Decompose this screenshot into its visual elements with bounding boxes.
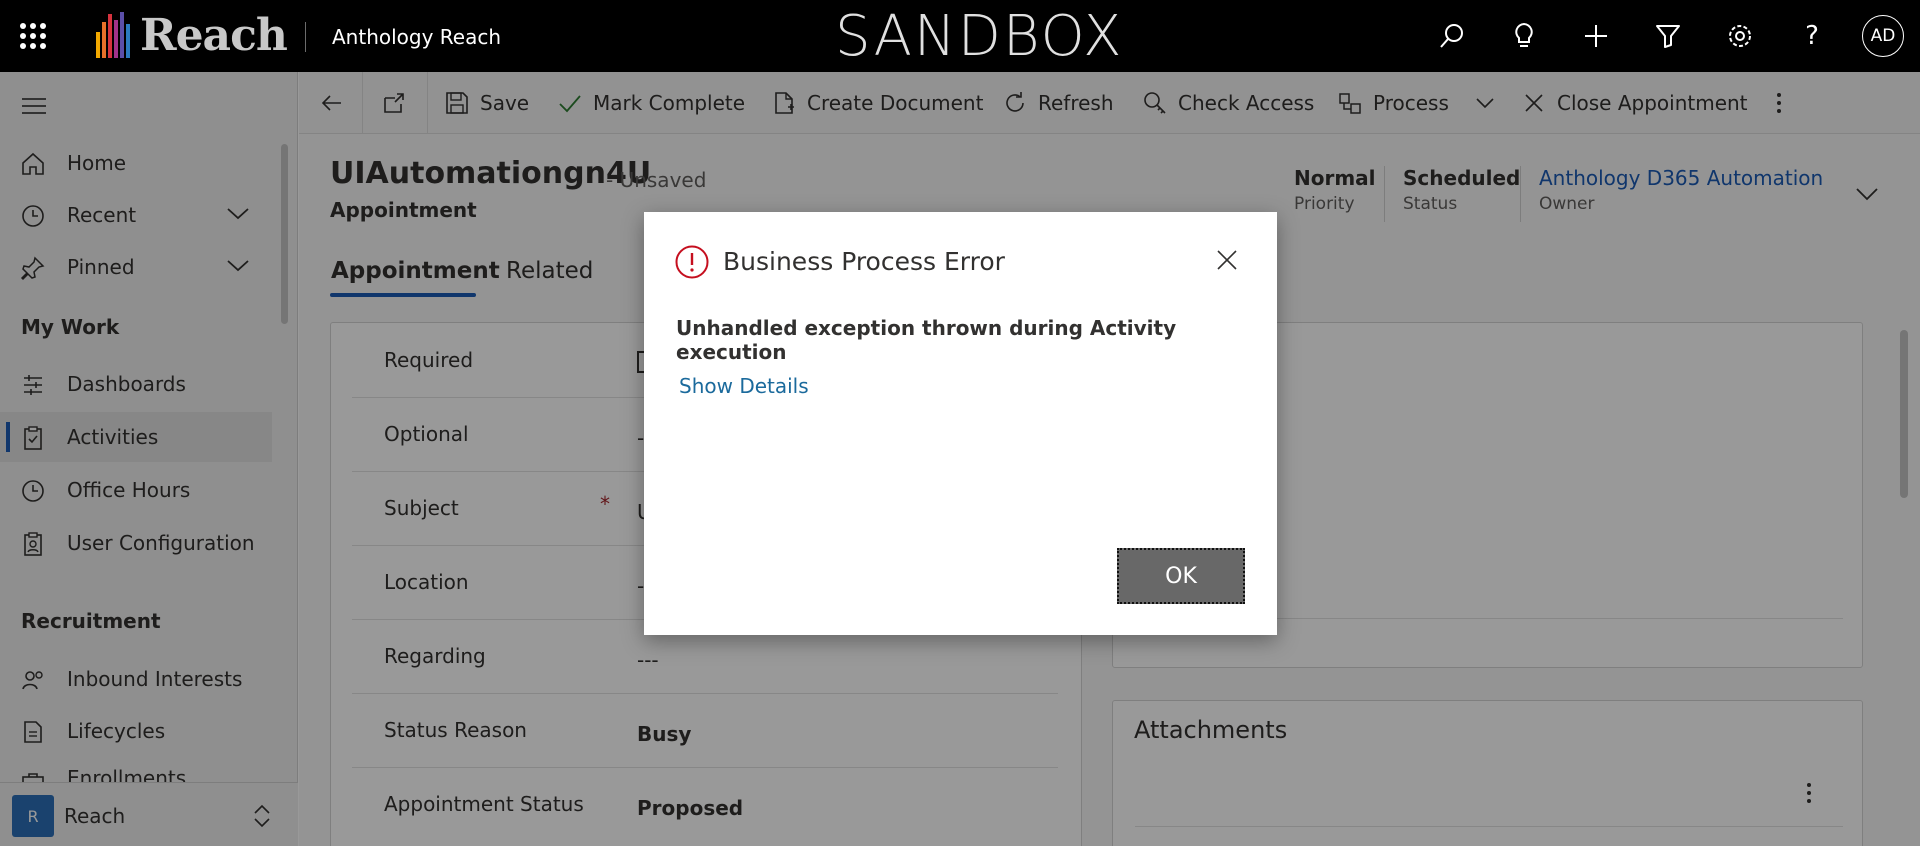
app-name[interactable]: Anthology Reach xyxy=(332,25,501,49)
filter-icon[interactable] xyxy=(1650,18,1686,54)
logo-text: Reach xyxy=(140,10,288,61)
app-launcher-icon[interactable] xyxy=(20,23,46,49)
reach-logo-icon xyxy=(96,12,130,58)
error-message: Unhandled exception thrown during Activi… xyxy=(676,316,1177,364)
ok-button[interactable]: OK xyxy=(1117,548,1245,604)
help-icon[interactable]: ? xyxy=(1794,18,1830,54)
divider xyxy=(305,22,306,52)
close-icon[interactable] xyxy=(1214,247,1240,273)
error-dialog: Business Process Error Unhandled excepti… xyxy=(644,212,1277,635)
search-icon[interactable] xyxy=(1434,18,1470,54)
plus-icon[interactable] xyxy=(1578,18,1614,54)
error-icon xyxy=(675,245,709,279)
top-bar: Reach Anthology Reach SANDBOX ? AD xyxy=(0,0,1920,72)
environment-banner: SANDBOX xyxy=(835,4,1124,69)
dialog-title: Business Process Error xyxy=(723,247,1005,276)
avatar[interactable]: AD xyxy=(1862,15,1904,57)
show-details-link[interactable]: Show Details xyxy=(679,374,809,398)
gear-icon[interactable] xyxy=(1722,18,1758,54)
lightbulb-icon[interactable] xyxy=(1506,18,1542,54)
